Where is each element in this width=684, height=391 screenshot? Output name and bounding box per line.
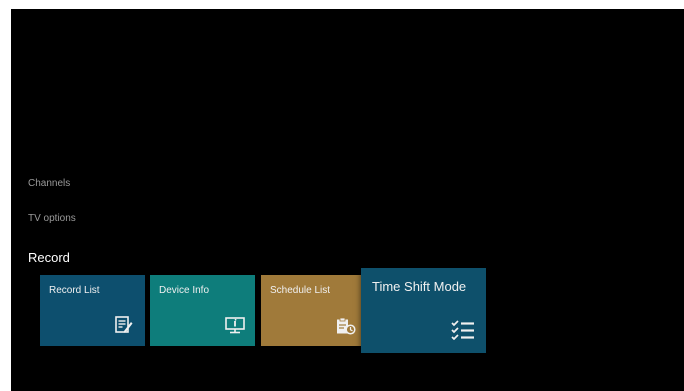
tile-label: Time Shift Mode [372, 279, 467, 294]
tile-label: Device Info [159, 285, 210, 296]
device-info-icon [225, 317, 245, 339]
checklist-icon [451, 320, 475, 345]
tile-label: Record List [49, 285, 100, 296]
tile-label: Schedule List [270, 285, 331, 296]
menu-item-tv-options[interactable]: TV options [28, 213, 76, 224]
tile-device-info[interactable]: Device Info [150, 275, 255, 346]
menu-item-channels[interactable]: Channels [28, 178, 70, 189]
tile-schedule-list[interactable]: Schedule List [261, 275, 366, 346]
tile-record-list[interactable]: Record List [40, 275, 145, 346]
section-title-record: Record [28, 250, 70, 265]
record-list-icon [115, 316, 133, 339]
tile-time-shift-mode[interactable]: Time Shift Mode [361, 268, 486, 353]
schedule-list-icon [336, 317, 356, 340]
